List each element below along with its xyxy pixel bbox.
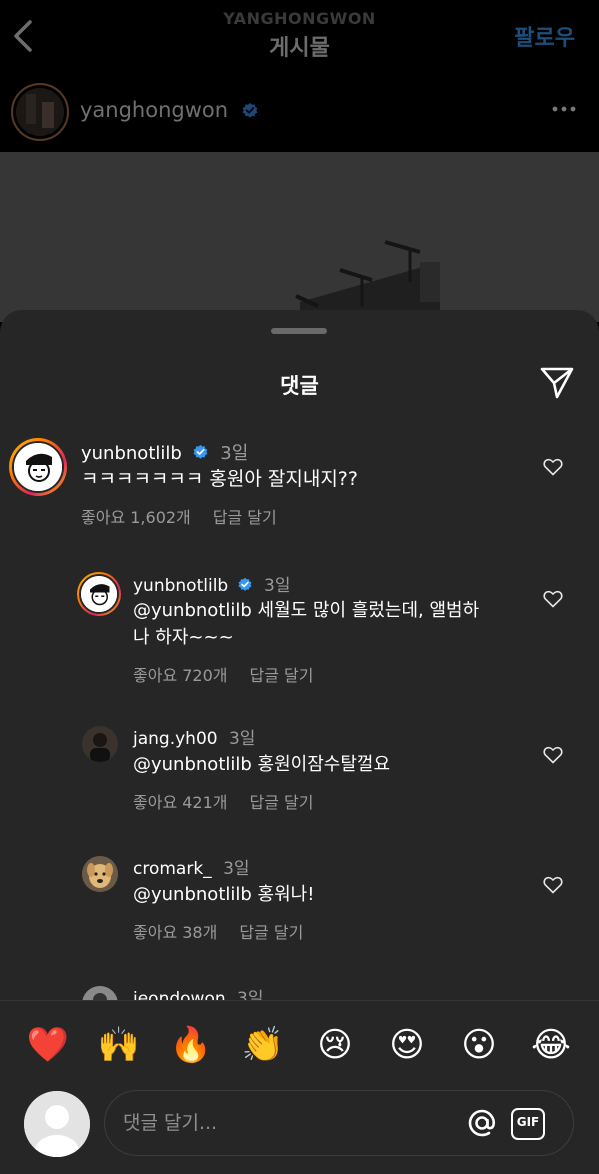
verified-badge-icon <box>242 102 258 118</box>
comment-username-row[interactable]: yunbnotlilb 3일 <box>81 439 248 465</box>
more-options-icon[interactable] <box>551 102 577 116</box>
reply-button[interactable]: 답글 달기 <box>239 923 303 942</box>
like-heart-icon[interactable] <box>543 590 563 608</box>
comment-meta: 좋아요 1,602개 답글 달기 <box>81 504 277 528</box>
page-title: 게시물 <box>269 36 330 61</box>
sheet-title: 댓글 <box>280 374 319 398</box>
comment-time: 3일 <box>220 443 249 464</box>
comment-like-count[interactable]: 좋아요 720개 <box>133 666 228 685</box>
comment-meta: 좋아요 720개 답글 달기 <box>133 662 313 686</box>
default-avatar-icon <box>24 1091 90 1157</box>
reply-button[interactable]: 답글 달기 <box>250 666 314 685</box>
emoji-raised-hands[interactable]: 🙌 <box>97 1023 141 1067</box>
comment-username: cromark_ <box>133 859 212 879</box>
comment-like-count[interactable]: 좋아요 38개 <box>133 923 217 942</box>
cartoon-face-icon <box>81 576 117 612</box>
comment-username-row[interactable]: jang.yh00 3일 <box>133 724 255 749</box>
post-author-username: yanghongwon <box>80 98 229 122</box>
post-author-name[interactable]: yanghongwon <box>80 98 259 122</box>
emoji-fire[interactable]: 🔥 <box>169 1023 213 1067</box>
post-author-avatar[interactable] <box>11 83 69 141</box>
comment-time: 3일 <box>228 729 256 749</box>
person-photo-icon <box>82 726 118 762</box>
comment-text: ㅋㅋㅋㅋㅋㅋㅋ 홍원아 잘지내지?? <box>81 468 358 490</box>
sheet-drag-handle[interactable] <box>271 328 327 334</box>
reply-button[interactable]: 답글 달기 <box>213 508 277 527</box>
comment-time: 3일 <box>223 859 250 879</box>
comment-username-row[interactable]: yunbnotlilb 3일 <box>133 571 290 596</box>
emoji-laughing[interactable]: 😂 <box>529 1023 573 1067</box>
verified-badge-icon <box>193 444 208 459</box>
comment-time: 3일 <box>264 576 291 596</box>
comment-avatar[interactable] <box>77 572 121 616</box>
comment-meta: 좋아요 421개 답글 달기 <box>133 789 313 813</box>
emoji-surprised[interactable]: 😮 <box>457 1023 501 1067</box>
post-author-row: yanghongwon <box>0 80 599 152</box>
comment-text: @yunbnotlilb 홍원이잠수탈껄요 <box>133 754 391 775</box>
comment-username: yunbnotlilb <box>133 576 229 596</box>
comment-text: @yunbnotlilb 홍워나! <box>133 884 315 905</box>
comment-text-line: 나 하자~~~ <box>133 627 234 648</box>
comment-text: @yunbnotlilb 세월도 많이 흘렀는데, 앨범하 나 하자~~~ <box>133 597 533 651</box>
like-heart-icon[interactable] <box>543 876 563 894</box>
comment-input[interactable] <box>123 1105 443 1141</box>
mention-at-icon[interactable] <box>467 1108 497 1138</box>
emoji-heart-eyes[interactable]: 😍 <box>385 1023 429 1067</box>
comment-like-count[interactable]: 좋아요 421개 <box>133 793 228 812</box>
comment-username: jang.yh00 <box>133 729 218 749</box>
send-share-icon[interactable] <box>539 364 575 400</box>
top-bar: YANGHONGWON 게시물 팔로우 <box>0 0 599 80</box>
comment-avatar[interactable] <box>82 856 118 892</box>
emoji-quick-bar: ❤️ 🙌 🔥 👏 😢 😍 😮 😂 <box>0 1023 599 1067</box>
comment-avatar[interactable] <box>9 438 67 496</box>
current-user-avatar <box>24 1091 90 1157</box>
gif-button[interactable]: GIF <box>511 1108 545 1140</box>
comment-avatar[interactable] <box>82 726 118 762</box>
cartoon-face-icon <box>14 443 62 491</box>
like-heart-icon[interactable] <box>543 746 563 764</box>
reply-button[interactable]: 답글 달기 <box>250 793 314 812</box>
dog-photo-icon <box>82 856 118 892</box>
author-photo-icon <box>16 88 64 136</box>
comment-meta: 좋아요 38개 답글 달기 <box>133 919 303 943</box>
header-account-label: YANGHONGWON <box>223 9 376 28</box>
emoji-clap[interactable]: 👏 <box>241 1023 285 1067</box>
post-image <box>0 152 599 322</box>
comment-username-row[interactable]: cromark_ 3일 <box>133 854 250 879</box>
comment-input-box: GIF <box>104 1090 574 1156</box>
follow-button[interactable]: 팔로우 <box>514 20 575 52</box>
emoji-crying[interactable]: 😢 <box>313 1023 357 1067</box>
comment-text-line: @yunbnotlilb 세월도 많이 흘렀는데, 앨범하 <box>133 600 480 621</box>
comment-like-count[interactable]: 좋아요 1,602개 <box>81 508 191 527</box>
gif-label: GIF <box>516 1115 540 1129</box>
post-photo-icon <box>0 152 599 322</box>
comment-composer-area: ❤️ 🙌 🔥 👏 😢 😍 😮 😂 GIF <box>0 1000 599 1174</box>
emoji-heart[interactable]: ❤️ <box>26 1023 70 1067</box>
like-heart-icon[interactable] <box>543 458 563 476</box>
comment-username: yunbnotlilb <box>81 443 182 464</box>
verified-badge-icon <box>238 577 252 591</box>
